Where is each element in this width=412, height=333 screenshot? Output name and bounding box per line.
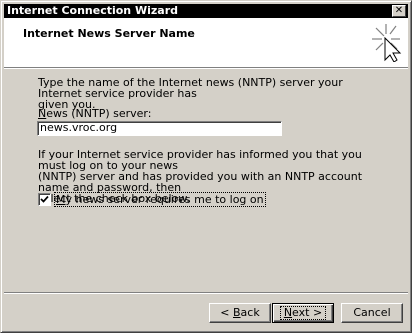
wizard-window: Internet Connection Wizard ✕ Internet Ne… <box>0 0 412 333</box>
next-label: ext > <box>292 306 323 319</box>
wizard-sparkle-icon <box>372 24 402 62</box>
wizard-header: Internet News Server Name <box>4 18 408 67</box>
back-button[interactable]: < Back <box>209 303 271 323</box>
window-title: Internet Connection Wizard <box>7 4 178 17</box>
close-button[interactable]: ✕ <box>392 5 406 17</box>
server-label-text: ews (NNTP) server: <box>46 107 152 120</box>
logon-checkbox-label[interactable]: My news server requires me to log on <box>54 192 266 207</box>
intro-text: Type the name of the Internet news (NNTP… <box>38 76 343 111</box>
logon-label-accel: M <box>56 193 66 206</box>
back-accel: B <box>233 306 241 319</box>
header-divider <box>4 67 408 69</box>
server-label-accel: N <box>38 107 47 120</box>
footer-divider <box>4 292 408 294</box>
cancel-label: Cancel <box>353 306 391 319</box>
title-bar[interactable]: Internet Connection Wizard ✕ <box>4 4 408 18</box>
server-label: News (NNTP) server: <box>38 107 151 120</box>
page-title: Internet News Server Name <box>23 27 195 40</box>
back-prefix: < <box>220 306 233 319</box>
logon-checkbox[interactable] <box>38 193 51 206</box>
back-label: ack <box>240 306 260 319</box>
news-server-input[interactable]: news.vroc.org <box>37 121 282 136</box>
next-button[interactable]: Next > <box>272 303 334 323</box>
next-accel: N <box>283 306 293 319</box>
cancel-button[interactable]: Cancel <box>341 303 403 323</box>
close-icon: ✕ <box>394 5 404 16</box>
checkmark-icon <box>40 195 49 203</box>
logon-label-text: y news server requires me to log on <box>65 193 264 206</box>
